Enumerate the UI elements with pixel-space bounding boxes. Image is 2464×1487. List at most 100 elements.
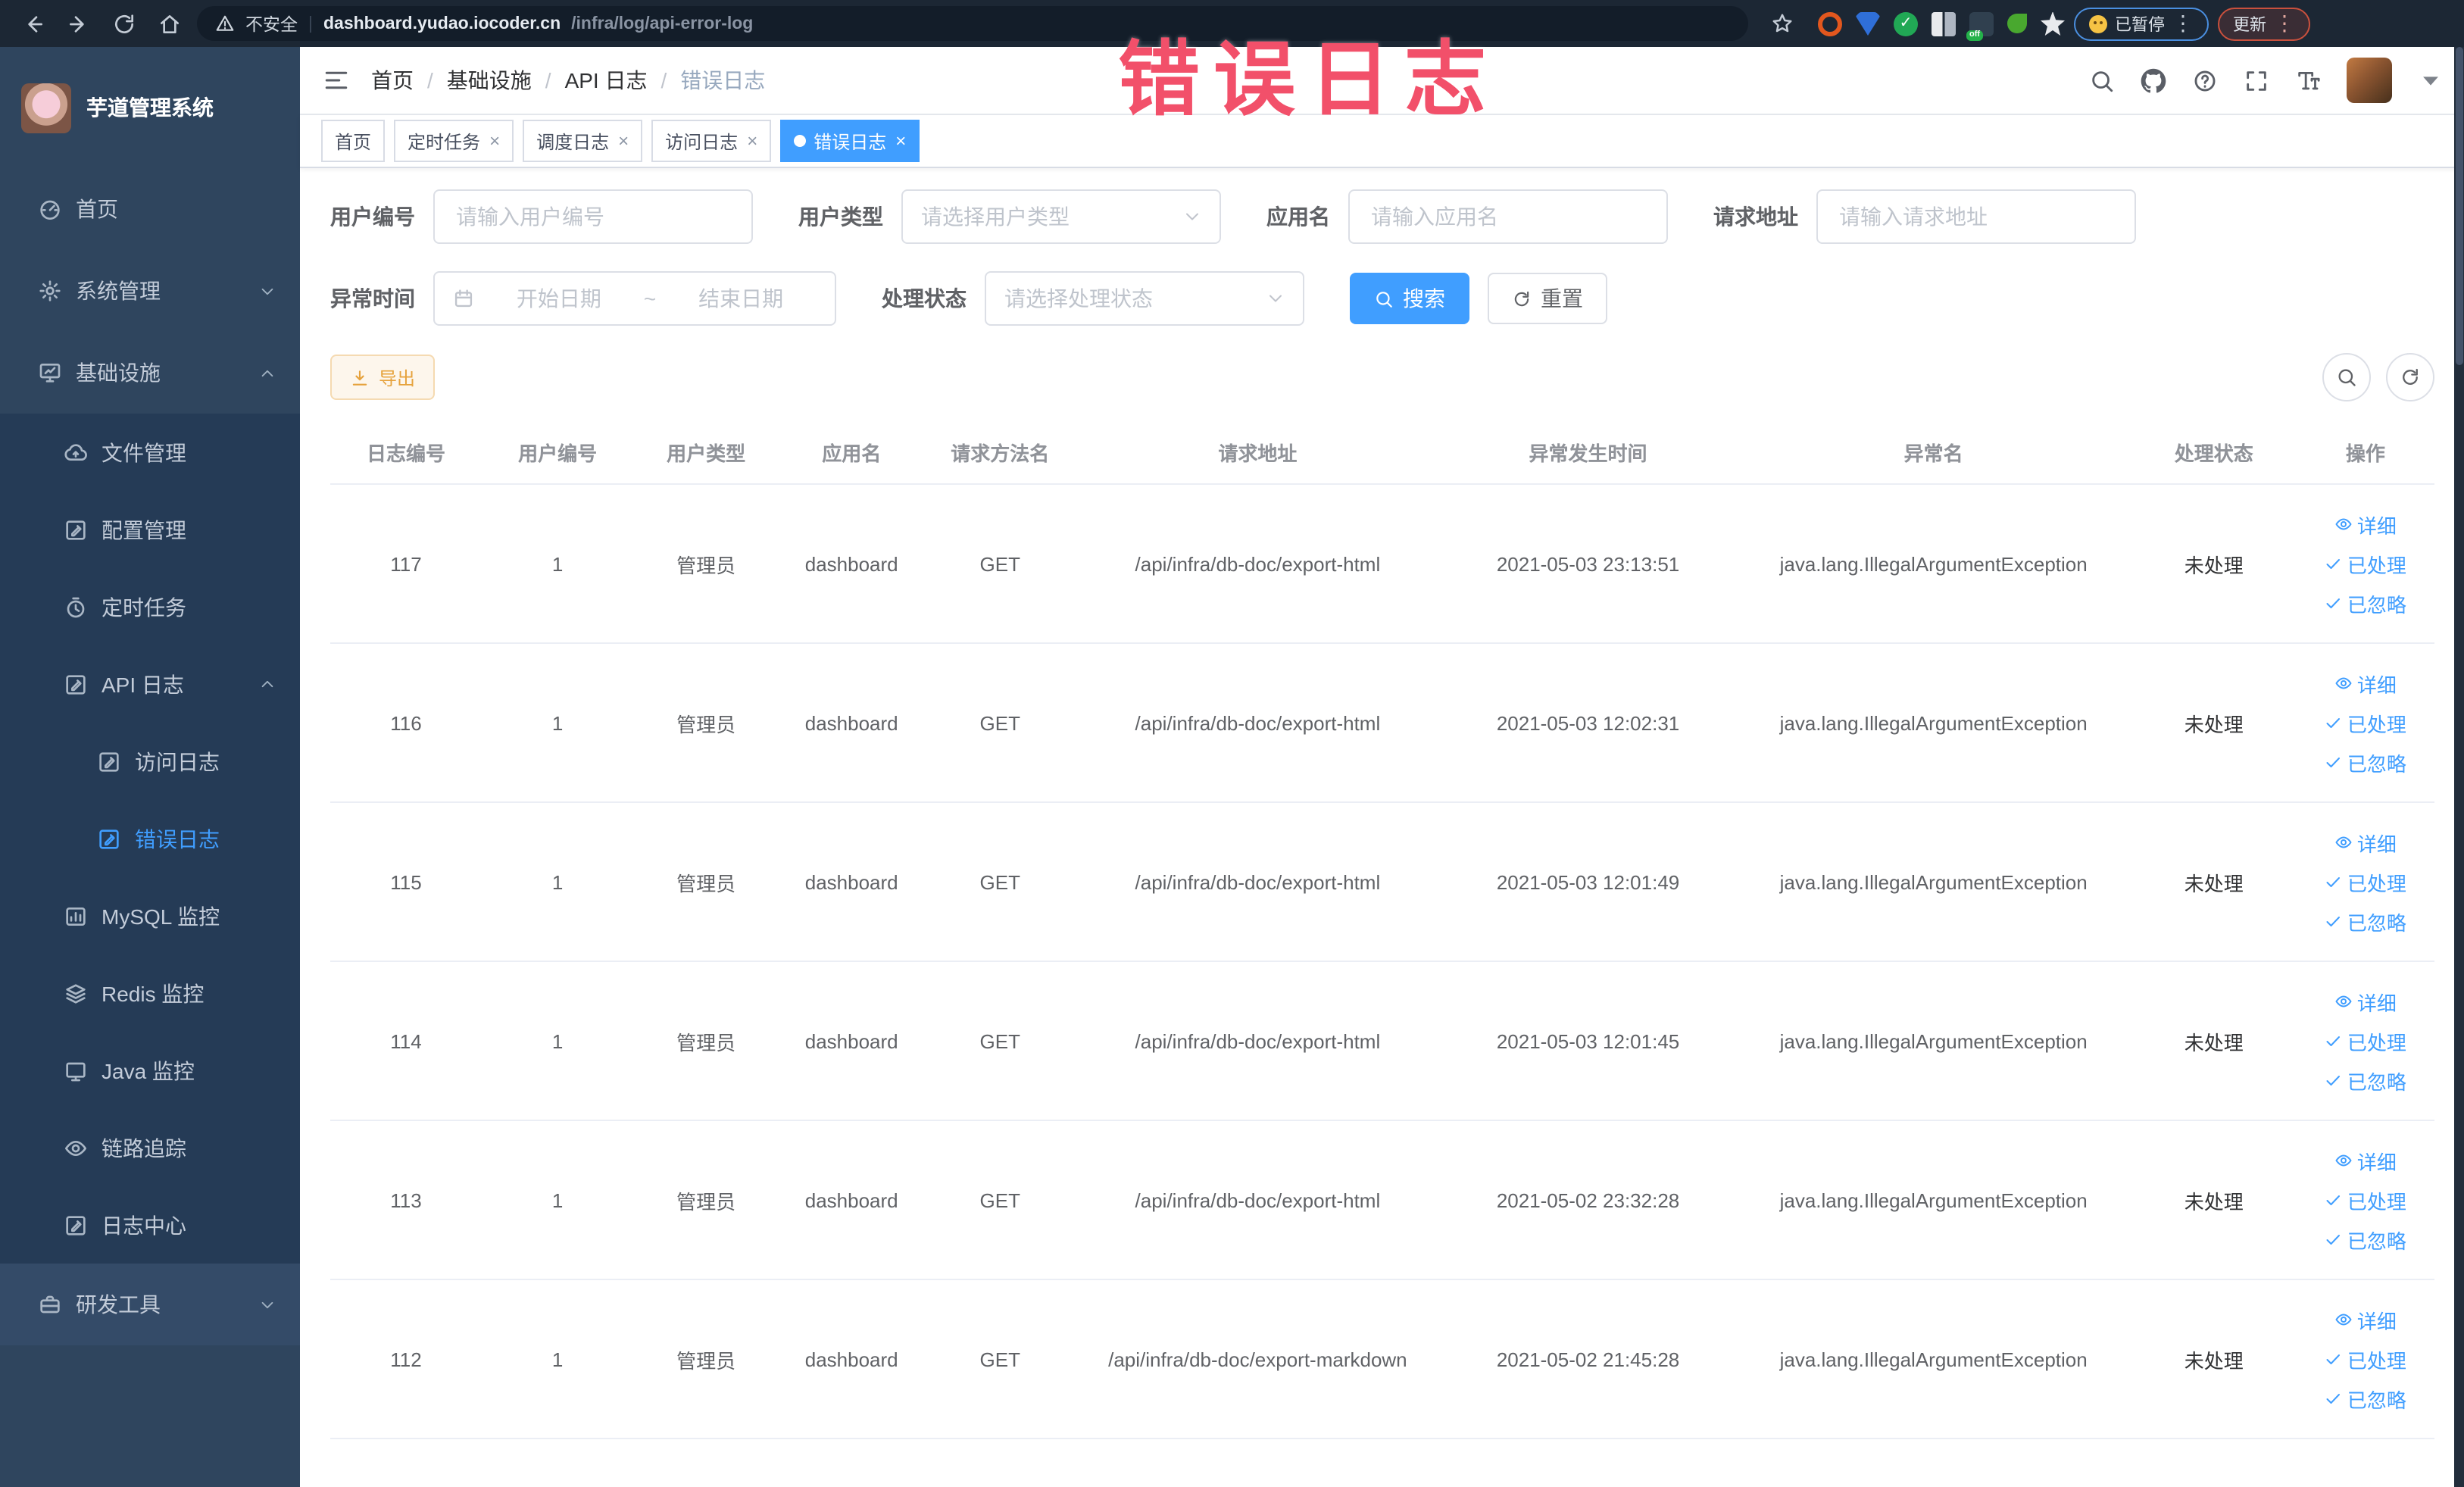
check-icon xyxy=(2325,1350,2343,1368)
browser-update-button[interactable]: 更新 ⋮ xyxy=(2218,7,2310,40)
ignored-link[interactable]: 已忽略 xyxy=(2325,1384,2406,1413)
breadcrumb-home[interactable]: 首页 xyxy=(371,65,414,95)
extension-leaf-icon[interactable] xyxy=(2007,14,2027,33)
update-menu-icon[interactable]: ⋮ xyxy=(2274,11,2295,36)
sidebar-item-system-mgmt[interactable]: 系统管理 xyxy=(0,250,300,332)
extension-white-star-icon[interactable] xyxy=(2041,11,2065,36)
address-bar[interactable]: 不安全 | dashboard.yudao.iocoder.cn/infra/l… xyxy=(197,6,1748,41)
ignored-link[interactable]: 已忽略 xyxy=(2325,907,2406,936)
extension-orange-ring-icon[interactable] xyxy=(1818,11,1842,36)
sidebar-item-file-mgmt[interactable]: 文件管理 xyxy=(0,414,300,491)
sidebar-item-scheduled-tasks[interactable]: 定时任务 xyxy=(0,568,300,645)
search-button[interactable]: 搜索 xyxy=(1350,273,1469,324)
cell-user-type: 管理员 xyxy=(633,484,779,644)
sidebar-logo[interactable]: 芋道管理系统 xyxy=(0,47,300,168)
detail-link[interactable]: 详细 xyxy=(2334,1305,2397,1334)
app-name-input[interactable] xyxy=(1368,203,1648,230)
sidebar-item-mysql-monitor[interactable]: MySQL 监控 xyxy=(0,877,300,954)
export-button[interactable]: 导出 xyxy=(330,355,436,400)
extension-blue-shield-icon[interactable] xyxy=(1856,11,1880,36)
github-icon[interactable] xyxy=(2140,67,2166,93)
search-icon[interactable] xyxy=(2088,67,2114,93)
sidebar-item-java-monitor[interactable]: Java 监控 xyxy=(0,1032,300,1109)
cell-method: GET xyxy=(924,961,1076,1121)
check-icon xyxy=(2325,555,2343,573)
processed-link[interactable]: 已处理 xyxy=(2325,549,2406,578)
user-id-input[interactable] xyxy=(453,203,733,230)
eye-icon xyxy=(2334,674,2353,692)
tab-access-log[interactable]: 访问日志 × xyxy=(651,120,772,162)
request-url-input[interactable] xyxy=(1836,203,2116,230)
app-name-input-wrap xyxy=(1348,189,1668,244)
detail-link[interactable]: 详细 xyxy=(2334,1146,2397,1175)
tab-scheduled-tasks[interactable]: 定时任务 × xyxy=(394,120,514,162)
breadcrumb-separator: / xyxy=(545,68,551,92)
log-edit-icon xyxy=(64,672,88,696)
user-avatar[interactable] xyxy=(2346,58,2391,103)
sidebar-item-log-center[interactable]: 日志中心 xyxy=(0,1186,300,1264)
sidebar-item-home[interactable]: 首页 xyxy=(0,168,300,250)
tab-close-icon[interactable]: × xyxy=(489,130,500,152)
emoji-face-icon xyxy=(2089,14,2107,33)
user-type-select[interactable]: 请选择用户类型 xyxy=(901,189,1221,244)
exception-time-range-picker[interactable]: 开始日期 ~ 结束日期 xyxy=(433,271,836,326)
sidebar-item-infrastructure[interactable]: 基础设施 xyxy=(0,332,300,414)
detail-link[interactable]: 详细 xyxy=(2334,669,2397,698)
sidebar-item-config-mgmt[interactable]: 配置管理 xyxy=(0,491,300,568)
detail-link[interactable]: 详细 xyxy=(2334,510,2397,539)
scrollbar-thumb[interactable] xyxy=(2455,47,2462,365)
processed-link[interactable]: 已处理 xyxy=(2325,867,2406,896)
browser-scrollbar[interactable] xyxy=(2453,47,2464,1487)
breadcrumb-separator: / xyxy=(427,68,433,92)
browser-back-icon[interactable] xyxy=(15,5,52,42)
avatar-caret-down-icon[interactable] xyxy=(2417,67,2443,93)
processed-link[interactable]: 已处理 xyxy=(2325,1026,2406,1055)
ignored-link[interactable]: 已忽略 xyxy=(2325,589,2406,617)
sidebar-item-dev-tools[interactable]: 研发工具 xyxy=(0,1264,300,1345)
fullscreen-icon[interactable] xyxy=(2243,67,2269,93)
processed-link[interactable]: 已处理 xyxy=(2325,708,2406,737)
ignored-link[interactable]: 已忽略 xyxy=(2325,1225,2406,1254)
toggle-search-button[interactable] xyxy=(2322,353,2370,401)
tab-close-icon[interactable]: × xyxy=(747,130,757,152)
ignored-link-label: 已忽略 xyxy=(2347,1229,2406,1252)
font-size-icon[interactable] xyxy=(2294,67,2320,93)
sidebar-item-error-log[interactable]: 错误日志 xyxy=(0,800,300,877)
help-icon[interactable] xyxy=(2191,67,2217,93)
extension-grid-icon[interactable] xyxy=(1932,11,1956,36)
refresh-table-button[interactable] xyxy=(2385,353,2434,401)
processed-link[interactable]: 已处理 xyxy=(2325,1345,2406,1373)
detail-link[interactable]: 详细 xyxy=(2334,987,2397,1016)
detail-link[interactable]: 详细 xyxy=(2334,828,2397,857)
check-icon xyxy=(2325,1230,2343,1248)
recording-paused-button[interactable]: 已暂停 ⋮ xyxy=(2074,7,2209,40)
bookmark-star-icon[interactable] xyxy=(1763,5,1800,42)
breadcrumb-infrastructure[interactable]: 基础设施 xyxy=(447,65,532,95)
process-status-select[interactable]: 请选择处理状态 xyxy=(985,271,1304,326)
sidebar-item-api-logs[interactable]: API 日志 xyxy=(0,645,300,723)
browser-home-icon[interactable] xyxy=(151,5,188,42)
tab-dispatch-log[interactable]: 调度日志 × xyxy=(523,120,643,162)
browser-forward-icon[interactable] xyxy=(61,5,97,42)
processed-link[interactable]: 已处理 xyxy=(2325,1186,2406,1214)
reset-button[interactable]: 重置 xyxy=(1488,273,1607,324)
sidebar-item-label: 基础设施 xyxy=(76,361,161,385)
tab-close-icon[interactable]: × xyxy=(895,130,906,152)
paused-menu-icon[interactable]: ⋮ xyxy=(2172,11,2194,36)
extension-green-check-icon[interactable]: ✓ xyxy=(1894,11,1918,36)
processed-link-label: 已处理 xyxy=(2347,554,2406,576)
extension-off-badge-icon[interactable]: off xyxy=(1966,11,1994,40)
ignored-link[interactable]: 已忽略 xyxy=(2325,748,2406,776)
breadcrumb-api-logs[interactable]: API 日志 xyxy=(565,65,648,95)
sidebar-item-tracing[interactable]: 链路追踪 xyxy=(0,1109,300,1186)
tab-home[interactable]: 首页 xyxy=(321,120,386,162)
sidebar-item-redis-monitor[interactable]: Redis 监控 xyxy=(0,954,300,1032)
sidebar-collapse-icon[interactable] xyxy=(323,67,350,94)
browser-reload-icon[interactable] xyxy=(106,5,142,42)
tab-error-log[interactable]: 错误日志 × xyxy=(780,120,920,162)
tab-close-icon[interactable]: × xyxy=(618,130,629,152)
table-row: 115 1 管理员 dashboard GET /api/infra/db-do… xyxy=(330,802,2434,962)
layers-icon xyxy=(64,981,88,1005)
sidebar-item-access-log[interactable]: 访问日志 xyxy=(0,723,300,800)
ignored-link[interactable]: 已忽略 xyxy=(2325,1066,2406,1095)
